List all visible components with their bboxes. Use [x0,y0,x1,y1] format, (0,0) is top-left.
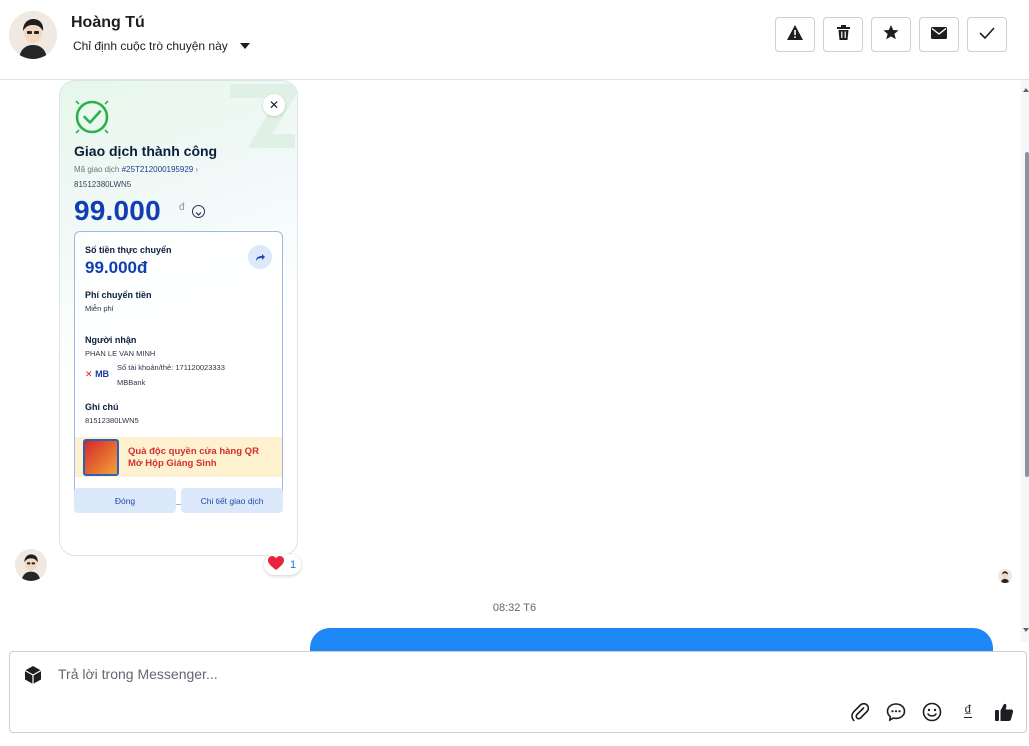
mark-unread-button[interactable] [919,17,959,52]
promo-line-2: Mở Hộp Giáng Sinh [128,458,217,469]
trash-icon [836,24,850,45]
seen-by-avatar [998,569,1012,583]
promo-banner: Quà độc quyền cửa hàng QR Mở Hộp Giáng S… [75,437,282,477]
note-label: Ghi chú [85,402,119,412]
gift-box-icon [83,439,119,476]
bank-name: MBBank [117,378,146,387]
star-icon [883,24,899,45]
mbbank-logo: ✕ MB [85,369,109,380]
recipient-label: Người nhận [85,335,137,345]
check-icon [979,26,995,44]
paperclip-icon [851,702,869,722]
dong-icon: ₫ [963,703,973,720]
expand-chevron-icon [192,205,205,218]
receipt-amount-unit: đ [179,202,185,213]
star-button[interactable] [871,17,911,52]
mark-done-button[interactable] [967,17,1007,52]
promo-line-1: Quà độc quyền cửa hàng QR [128,446,259,457]
mbbank-logo-text: MB [95,369,110,379]
box-icon [23,665,43,685]
warning-icon [787,24,803,45]
thumbs-up-button[interactable] [993,701,1015,723]
reply-input[interactable] [58,666,758,682]
scrollbar-thumb[interactable] [1025,152,1029,477]
smiley-icon [922,702,942,722]
mark-spam-button[interactable] [775,17,815,52]
scroll-up-arrow-icon[interactable] [1023,88,1029,92]
caret-down-icon [239,43,250,49]
share-icon [248,245,272,269]
receipt-close-button: Đóng [74,488,176,513]
delete-button[interactable] [823,17,863,52]
transaction-receipt-image[interactable]: ✕ Giao dịch thành công Mã giao dịch #25T… [59,80,298,556]
actual-amount-label: Số tiền thực chuyển [85,245,172,255]
sender-avatar[interactable] [15,549,47,581]
saved-reply-button[interactable] [885,701,907,723]
receipt-torn-edge [60,523,297,531]
message-timestamp: 08:32 T6 [492,602,537,614]
actual-amount-value: 99.000đ [85,258,148,277]
message-reaction[interactable]: 1 [264,554,302,575]
receipt-background-decoration [230,84,297,148]
conversation-header: Hoàng Tú Chỉ định cuộc trò chuyện này [0,0,1029,80]
fee-value: Miễn phí [85,304,114,313]
heart-icon [268,556,284,573]
success-check-icon [74,99,110,135]
receipt-amount: 99.000 [74,195,161,226]
receipt-details-card: Số tiền thực chuyển 99.000đ Phí chuyển t… [74,231,283,505]
contact-name: Hoàng Tú [71,14,145,31]
emoji-button[interactable] [921,701,943,723]
account-number-value: 171120023333 [175,363,225,372]
reaction-count: 1 [290,558,297,571]
transaction-code-value: #25T212000195929 [121,165,194,174]
reply-composer: ₫ [9,651,1027,733]
payment-button[interactable]: ₫ [957,701,979,723]
attachment-button[interactable] [849,701,871,723]
transaction-reference: 81512380LWN5 [74,180,132,189]
scroll-down-arrow-icon[interactable] [1023,628,1029,632]
assign-label: Chỉ định cuộc trò chuyện này [73,39,228,53]
receipt-close-icon: ✕ [263,94,285,116]
thumbs-up-icon [994,702,1014,722]
receipt-title: Giao dịch thành công [74,143,218,159]
chat-bubble-icon [886,702,906,722]
recipient-name: PHAN LE VAN MINH [85,349,156,358]
receipt-detail-button: Chi tiết giao dịch [181,488,283,513]
account-label: Số tài khoản/thẻ: [117,363,174,372]
promo-text: Quà độc quyền cửa hàng QR Mở Hộp Giáng S… [128,446,259,470]
note-value: 81512380LWN5 [85,416,139,425]
fee-label: Phí chuyển tiền [85,290,152,300]
account-number: Số tài khoản/thẻ: 171120023333 [117,363,225,372]
transaction-code-label: Mã giao dịch [74,165,120,174]
transaction-code: Mã giao dịch #25T212000195929 › [74,165,199,174]
assign-conversation-dropdown[interactable]: Chỉ định cuộc trò chuyện này [73,39,250,53]
mbbank-logo-mark: ✕ [85,369,93,379]
contact-avatar[interactable] [9,11,57,59]
envelope-icon [931,26,947,44]
